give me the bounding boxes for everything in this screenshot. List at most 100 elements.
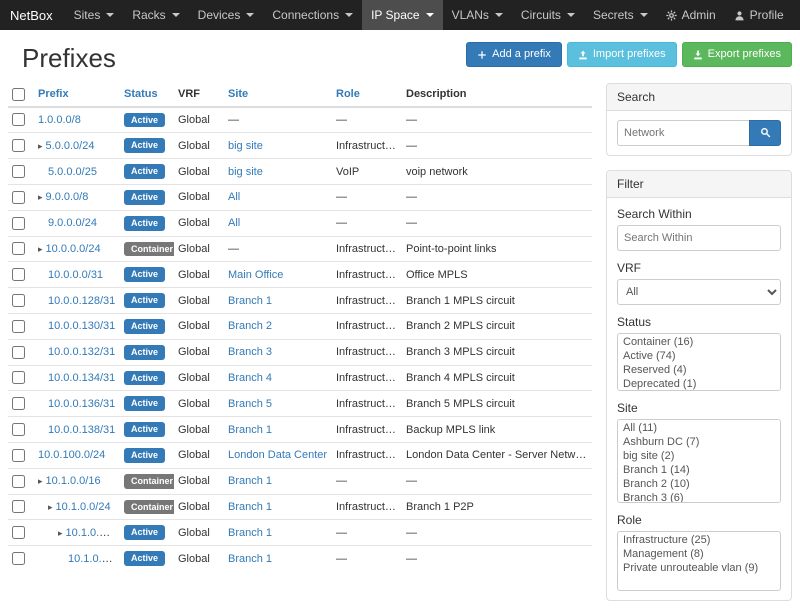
prefix-link[interactable]: 10.0.0.134/31 <box>48 372 115 384</box>
status-label: Status <box>617 315 781 329</box>
site-link[interactable]: Branch 3 <box>228 346 272 358</box>
site-cell: big site <box>224 159 332 185</box>
site-filter-option[interactable]: Branch 1 (14) <box>619 463 779 477</box>
site-link[interactable]: Branch 1 <box>228 424 272 436</box>
prefix-link[interactable]: 10.0.0.138/31 <box>48 424 115 436</box>
import-prefixes-button[interactable]: Import prefixes <box>567 42 677 67</box>
nav-admin[interactable]: Admin <box>657 0 725 30</box>
nav-item-racks[interactable]: Racks <box>123 0 188 30</box>
row-checkbox[interactable] <box>12 191 25 204</box>
role-filter-option[interactable]: Management (8) <box>619 547 779 561</box>
row-checkbox[interactable] <box>12 113 25 126</box>
prefix-link[interactable]: 10.1.0.0/16 <box>46 475 101 487</box>
site-filter-option[interactable]: big site (2) <box>619 449 779 463</box>
prefix-link[interactable]: 10.1.0.0/24 <box>56 501 111 513</box>
nav-item-label: Circuits <box>521 8 561 22</box>
row-checkbox[interactable] <box>12 139 25 152</box>
site-filter-option[interactable]: Branch 2 (10) <box>619 477 779 491</box>
site-link[interactable]: Branch 1 <box>228 475 272 487</box>
site-filter-select[interactable]: All (11)Ashburn DC (7)big site (2)Branch… <box>617 419 781 503</box>
column-header-role[interactable]: Role <box>332 83 402 107</box>
user-nav: AdminProfileLog out <box>657 0 800 30</box>
column-header-site[interactable]: Site <box>224 83 332 107</box>
search-button[interactable] <box>749 120 781 146</box>
nav-item-devices[interactable]: Devices <box>189 0 264 30</box>
site-link[interactable]: Branch 1 <box>228 295 272 307</box>
row-checkbox[interactable] <box>12 346 25 359</box>
prefix-link[interactable]: 1.0.0.0/8 <box>38 114 81 126</box>
row-checkbox[interactable] <box>12 217 25 230</box>
prefix-link[interactable]: 10.0.0.0/31 <box>48 269 103 281</box>
prefix-link[interactable]: 10.1.0.0/26 <box>68 553 120 565</box>
row-checkbox[interactable] <box>12 526 25 539</box>
site-filter-option[interactable]: All (11) <box>619 421 779 435</box>
status-filter-option[interactable]: Reserved (4) <box>619 363 779 377</box>
nav-item-sites[interactable]: Sites <box>65 0 124 30</box>
nav-item-circuits[interactable]: Circuits <box>512 0 584 30</box>
row-checkbox[interactable] <box>12 242 25 255</box>
row-checkbox[interactable] <box>12 320 25 333</box>
site-link[interactable]: London Data Center <box>228 449 327 461</box>
prefix-link[interactable]: 5.0.0.0/24 <box>46 140 95 152</box>
row-checkbox[interactable] <box>12 423 25 436</box>
vrf-cell: Global <box>174 339 224 365</box>
vrf-select[interactable]: All <box>617 279 781 305</box>
column-header-prefix[interactable]: Prefix <box>34 83 120 107</box>
site-link[interactable]: Branch 1 <box>228 527 272 539</box>
select-all-checkbox[interactable] <box>12 88 25 101</box>
site-link[interactable]: Branch 2 <box>228 320 272 332</box>
site-link[interactable]: big site <box>228 140 263 152</box>
site-link[interactable]: All <box>228 217 240 229</box>
prefix-link[interactable]: 9.0.0.0/24 <box>48 217 97 229</box>
row-checkbox[interactable] <box>12 500 25 513</box>
prefix-link[interactable]: 9.0.0.0/8 <box>46 191 89 203</box>
site-link[interactable]: Branch 5 <box>228 398 272 410</box>
site-link[interactable]: Branch 1 <box>228 553 272 565</box>
status-filter-option[interactable]: Deprecated (1) <box>619 377 779 391</box>
export-prefixes-button[interactable]: Export prefixes <box>682 42 792 67</box>
row-checkbox[interactable] <box>12 371 25 384</box>
status-filter-option[interactable]: Container (16) <box>619 335 779 349</box>
prefix-link[interactable]: 5.0.0.0/25 <box>48 166 97 178</box>
prefix-link[interactable]: 10.1.0.0/25 <box>66 527 120 539</box>
row-checkbox[interactable] <box>12 449 25 462</box>
row-checkbox[interactable] <box>12 294 25 307</box>
nav-item-connections[interactable]: Connections <box>263 0 362 30</box>
nav-item-secrets[interactable]: Secrets <box>584 0 657 30</box>
nav-profile[interactable]: Profile <box>725 0 793 30</box>
status-cell: Container <box>120 494 174 520</box>
add-a-prefix-button[interactable]: Add a prefix <box>466 42 562 67</box>
nav-log-out[interactable]: Log out <box>793 0 800 30</box>
site-filter-option[interactable]: Branch 3 (6) <box>619 491 779 503</box>
nav-item-vlans[interactable]: VLANs <box>443 0 512 30</box>
row-checkbox[interactable] <box>12 552 25 565</box>
prefix-link[interactable]: 10.0.0.0/24 <box>46 243 101 255</box>
status-filter-option[interactable]: Active (74) <box>619 349 779 363</box>
site-link[interactable]: Main Office <box>228 269 283 281</box>
prefix-link[interactable]: 10.0.100.0/24 <box>38 449 105 461</box>
prefix-link[interactable]: 10.0.0.136/31 <box>48 398 115 410</box>
site-link[interactable]: Branch 4 <box>228 372 272 384</box>
prefix-link[interactable]: 10.0.0.132/31 <box>48 346 115 358</box>
site-link[interactable]: All <box>228 191 240 203</box>
nav-item-ip-space[interactable]: IP Space <box>362 0 442 30</box>
role-filter-option[interactable]: Private unrouteable vlan (9) <box>619 561 779 575</box>
site-link[interactable]: Branch 1 <box>228 501 272 513</box>
role-filter-option[interactable]: Infrastructure (25) <box>619 533 779 547</box>
site-filter-option[interactable]: Ashburn DC (7) <box>619 435 779 449</box>
status-filter-select[interactable]: Container (16)Active (74)Reserved (4)Dep… <box>617 333 781 391</box>
search-input[interactable] <box>617 120 750 146</box>
prefix-link[interactable]: 10.0.0.130/31 <box>48 320 115 332</box>
row-checkbox[interactable] <box>12 268 25 281</box>
description-cell: Branch 1 MPLS circuit <box>402 288 592 314</box>
row-checkbox[interactable] <box>12 397 25 410</box>
brand-logo[interactable]: NetBox <box>10 0 53 30</box>
row-checkbox[interactable] <box>12 165 25 178</box>
prefix-link[interactable]: 10.0.0.128/31 <box>48 295 115 307</box>
role-filter-select[interactable]: Infrastructure (25)Management (8)Private… <box>617 531 781 591</box>
search-within-input[interactable] <box>617 225 781 251</box>
site-link[interactable]: big site <box>228 166 263 178</box>
status-badge: Active <box>124 525 165 540</box>
row-checkbox[interactable] <box>12 475 25 488</box>
column-header-status[interactable]: Status <box>120 83 174 107</box>
